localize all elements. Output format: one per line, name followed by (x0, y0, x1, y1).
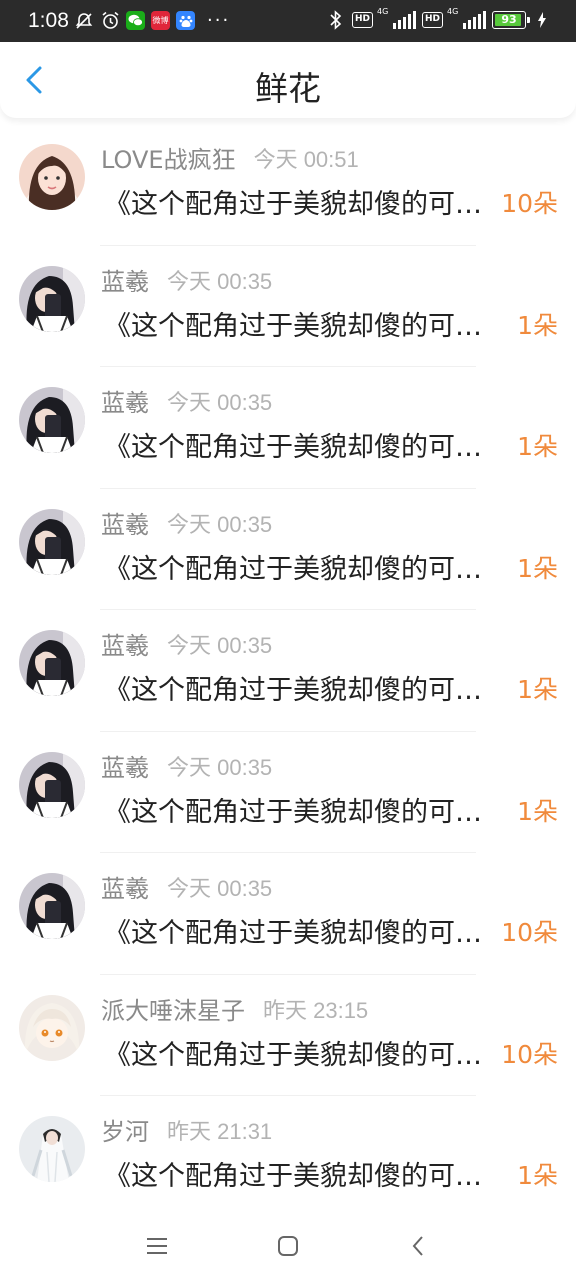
flower-count: 1朵 (517, 432, 558, 461)
flower-count: 10朵 (501, 189, 558, 218)
mute-icon (74, 11, 94, 31)
weibo-app-icon: 微博 (151, 11, 170, 30)
flower-count: 1朵 (517, 553, 558, 583)
sender-name: 蓝羲 (101, 875, 149, 903)
book-title: 《这个配角过于美貌却傻的可爱》 (104, 918, 496, 949)
status-left-icons: 微博 ··· (74, 10, 230, 31)
timestamp: 今天 00:35 (167, 754, 273, 780)
baidu-app-icon (176, 11, 195, 30)
status-bar: 1:08 微博 ··· HD 4G HD 4G 93 (0, 0, 576, 42)
signal-icon-2: 4G (447, 7, 486, 29)
book-title: 《这个配角过于美貌却傻的可爱》 (104, 1039, 496, 1071)
sender-name: 派大唾沫星子 (101, 996, 245, 1025)
book-title: 《这个配角过于美貌却傻的可爱》 (104, 432, 496, 463)
avatar[interactable] (19, 508, 85, 575)
signal-icon-1: 4G (377, 7, 416, 29)
flower-count: 1朵 (517, 796, 558, 826)
status-time: 1:08 (28, 9, 69, 32)
timestamp: 今天 00:35 (167, 268, 273, 294)
battery-level: 93 (501, 13, 517, 26)
book-title: 《这个配角过于美貌却傻的可爱》 (104, 796, 496, 828)
alarm-icon (100, 11, 120, 31)
network-type-2: 4G (447, 7, 459, 16)
flower-count: 1朵 (517, 675, 558, 704)
bluetooth-icon (326, 10, 346, 30)
book-title: 《这个配角过于美貌却傻的可爱》 (104, 310, 496, 342)
list-item[interactable]: 蓝羲 今天 00:35 《这个配角过于美貌却傻的可爱》 1朵 (0, 246, 576, 367)
timestamp: 今天 00:35 (167, 390, 273, 415)
sender-name: 蓝羲 (101, 632, 149, 660)
book-title: 《这个配角过于美貌却傻的可爱》 (104, 189, 496, 220)
avatar[interactable] (19, 144, 85, 210)
avatar[interactable] (19, 994, 85, 1061)
more-notifications: ··· (207, 10, 231, 31)
sender-name: 蓝羲 (101, 753, 149, 782)
book-title: 《这个配角过于美貌却傻的可爱》 (104, 1161, 496, 1192)
status-right-icons: HD 4G HD 4G 93 (326, 7, 552, 30)
flower-list: LOVE战疯狂 今天 00:51 《这个配角过于美貌却傻的可爱》 10朵 蓝羲 今天 00… (0, 124, 576, 1218)
charging-icon (532, 10, 552, 30)
flower-count: 10朵 (501, 918, 558, 947)
book-title: 《这个配角过于美貌却傻的可爱》 (104, 553, 496, 585)
list-item[interactable]: 蓝羲 今天 00:35 《这个配角过于美貌却傻的可爱》 1朵 (0, 489, 576, 610)
avatar[interactable] (19, 387, 85, 453)
hd-badge-1: HD (351, 12, 373, 28)
sender-name: 蓝羲 (101, 389, 149, 417)
network-type-1: 4G (376, 7, 389, 16)
list-item[interactable]: 蓝羲 今天 00:35 《这个配角过于美貌却傻的可爱》 1朵 (0, 367, 576, 489)
flower-count: 1朵 (517, 1161, 558, 1190)
sender-name: 岁河 (101, 1118, 149, 1146)
timestamp: 今天 00:35 (167, 633, 273, 658)
timestamp: 今天 00:35 (167, 511, 273, 537)
home-icon (278, 1236, 298, 1256)
avatar[interactable] (19, 265, 85, 332)
list-item[interactable]: 蓝羲 今天 00:35 《这个配角过于美貌却傻的可爱》 1朵 (0, 610, 576, 732)
back-icon (412, 1236, 423, 1256)
book-title: 《这个配角过于美貌却傻的可爱》 (104, 675, 496, 706)
sender-name: 蓝羲 (101, 510, 149, 539)
avatar[interactable] (19, 630, 85, 696)
battery-icon: 93 (492, 11, 530, 29)
flower-count: 1朵 (517, 310, 558, 340)
list-item[interactable]: 蓝羲 今天 00:35 《这个配角过于美貌却傻的可爱》 1朵 (0, 732, 576, 853)
timestamp: 昨天 21:31 (167, 1119, 273, 1144)
home-button[interactable] (268, 1230, 308, 1262)
nav-back-button[interactable] (398, 1230, 438, 1262)
timestamp: 昨天 23:15 (263, 997, 369, 1023)
flower-count: 10朵 (501, 1039, 558, 1069)
timestamp: 今天 00:35 (167, 876, 273, 901)
menu-button[interactable] (137, 1230, 177, 1262)
avatar[interactable] (19, 873, 85, 939)
list-item[interactable]: LOVE战疯狂 今天 00:51 《这个配角过于美貌却傻的可爱》 10朵 (0, 124, 576, 246)
timestamp: 今天 00:51 (253, 147, 359, 172)
system-nav-bar (0, 1210, 576, 1280)
list-item[interactable]: 岁河 昨天 21:31 《这个配角过于美貌却傻的可爱》 1朵 (0, 1096, 576, 1218)
avatar[interactable] (19, 1116, 85, 1182)
wechat-app-icon (126, 11, 145, 30)
list-item[interactable]: 蓝羲 今天 00:35 《这个配角过于美貌却傻的可爱》 10朵 (0, 853, 576, 975)
page-title: 鲜花 (255, 69, 321, 108)
header: 鲜花 (0, 42, 576, 118)
avatar[interactable] (19, 751, 85, 818)
sender-name: LOVE战疯狂 (101, 146, 236, 174)
list-item[interactable]: 派大唾沫星子 昨天 23:15 《这个配角过于美貌却傻的可爱》 10朵 (0, 975, 576, 1096)
hd-badge-2: HD (421, 12, 443, 28)
sender-name: 蓝羲 (101, 267, 149, 296)
menu-icon (147, 1238, 167, 1254)
